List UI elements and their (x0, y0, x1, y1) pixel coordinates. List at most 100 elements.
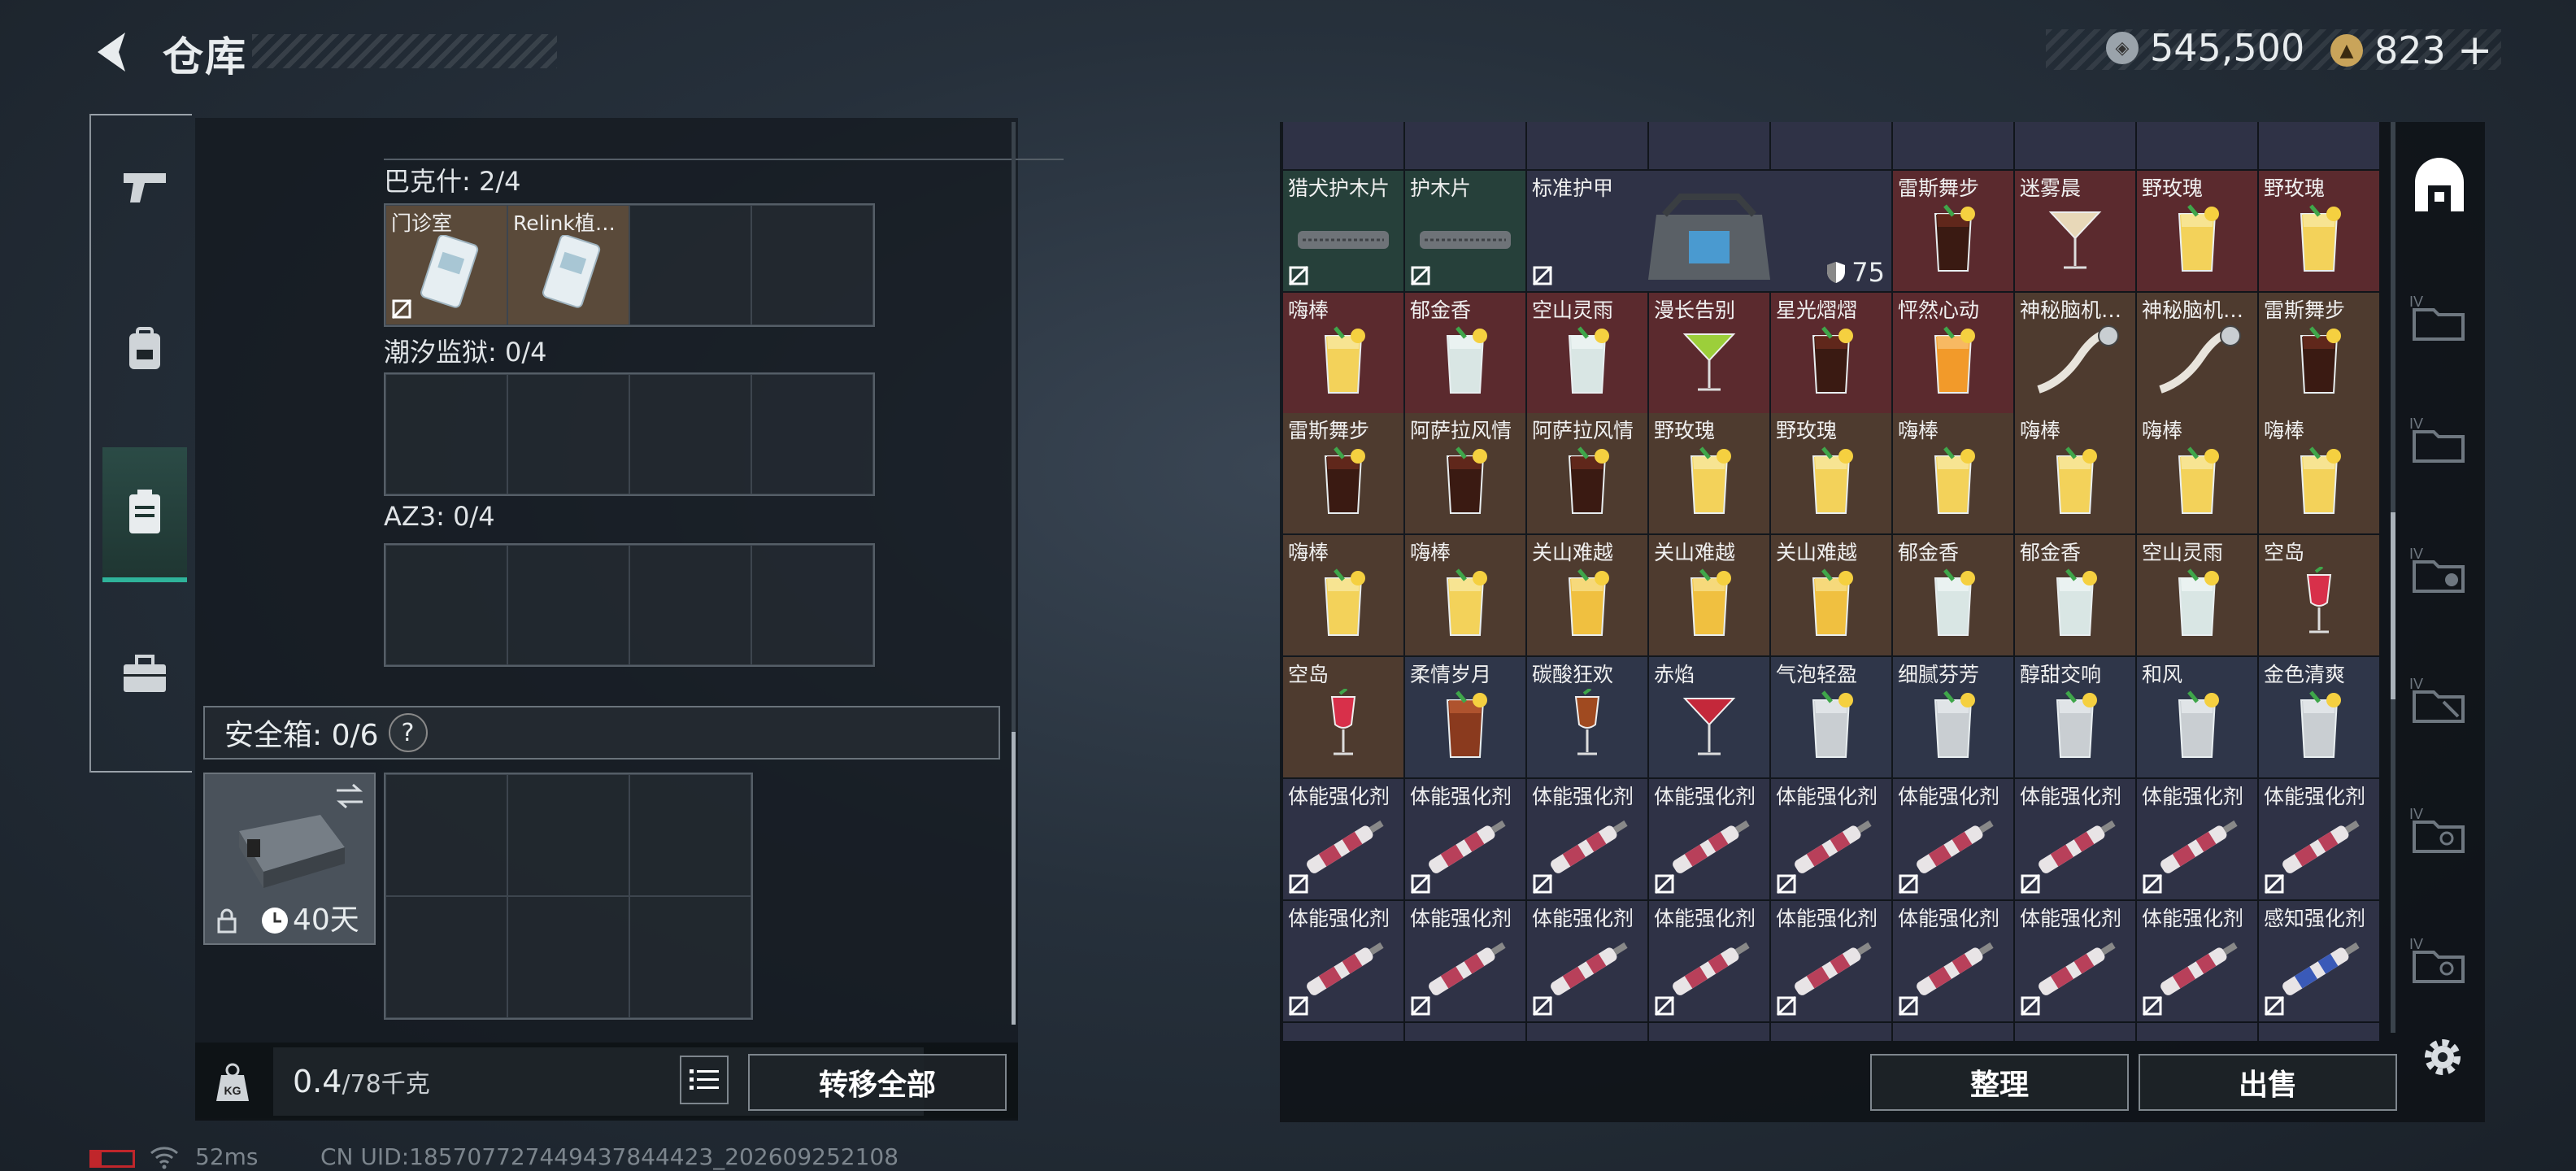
tab-stash-page-1[interactable]: IV (2407, 285, 2472, 350)
stash-item-slot[interactable] (2137, 122, 2257, 169)
tab-armor[interactable] (102, 285, 187, 415)
tab-all-stash[interactable] (2407, 155, 2472, 220)
stash-item-slot[interactable] (1405, 122, 1525, 169)
stash-item-slot[interactable]: 阿萨拉风情 (1405, 413, 1525, 533)
sell-button[interactable]: 出售 (2139, 1054, 2397, 1111)
stash-item-slot[interactable] (1527, 1023, 1647, 1041)
empty-slot[interactable] (385, 374, 507, 494)
stash-item-slot[interactable]: 嗨棒 (1283, 293, 1403, 413)
safe-box-item[interactable]: 40天 (203, 773, 376, 945)
stash-item-slot[interactable]: 金色清爽 (2259, 657, 2379, 777)
stash-item-slot[interactable]: 体能强化剂 (1649, 779, 1769, 899)
stash-item-slot[interactable]: 怦然心动 (1893, 293, 2013, 413)
stash-item-slot[interactable]: 郁金香 (1405, 293, 1525, 413)
stash-item-slot[interactable]: 体能强化剂 (2137, 779, 2257, 899)
stash-item-slot[interactable] (2015, 1023, 2135, 1041)
stash-item-slot[interactable] (1405, 1023, 1525, 1041)
stash-item-slot[interactable] (1527, 122, 1647, 169)
stash-item-slot[interactable]: 体能强化剂 (1771, 779, 1891, 899)
stash-item-slot[interactable]: 气泡轻盈 (1771, 657, 1891, 777)
left-scrollbar[interactable] (1012, 122, 1016, 1025)
stash-item-slot[interactable]: 野玫瑰 (2137, 171, 2257, 291)
empty-slot[interactable] (385, 774, 507, 896)
tab-stash-page-2[interactable]: IV (2407, 407, 2472, 472)
stash-item-slot[interactable]: 郁金香 (1893, 535, 2013, 655)
empty-slot[interactable] (629, 374, 751, 494)
back-arrow-icon[interactable] (89, 28, 138, 76)
stash-item-slot[interactable]: 体能强化剂 (1405, 779, 1525, 899)
item-slot[interactable]: 门诊室 (385, 205, 507, 325)
tab-weapons[interactable] (102, 122, 187, 252)
stash-item-slot[interactable]: 体能强化剂 (1283, 779, 1403, 899)
empty-slot[interactable] (385, 896, 507, 1018)
stash-item-slot[interactable] (2015, 122, 2135, 169)
stash-item-slot[interactable]: 细腻芬芳 (1893, 657, 2013, 777)
stash-item-slot[interactable] (1893, 1023, 2013, 1041)
stash-item-slot[interactable]: 体能强化剂 (1527, 779, 1647, 899)
stash-item-slot[interactable] (2259, 1023, 2379, 1041)
stash-item-slot[interactable] (1771, 1023, 1891, 1041)
stash-item-slot[interactable]: 感知强化剂 (2259, 901, 2379, 1021)
organize-button[interactable]: 整理 (1870, 1054, 2129, 1111)
stash-item-slot[interactable]: 野玫瑰 (2259, 171, 2379, 291)
stash-item-slot[interactable]: 野玫瑰 (1649, 413, 1769, 533)
empty-slot[interactable] (385, 545, 507, 665)
stash-item-slot[interactable]: 体能强化剂 (2015, 779, 2135, 899)
stash-item-slot[interactable]: 猎犬护木片 (1283, 171, 1403, 291)
stash-item-slot[interactable] (1893, 122, 2013, 169)
stash-item-slot[interactable]: 体能强化剂 (1405, 901, 1525, 1021)
stash-item-slot[interactable]: 嗨棒 (2259, 413, 2379, 533)
stash-item-slot[interactable]: 漫长告别 (1649, 293, 1769, 413)
stash-item-slot[interactable]: 体能强化剂 (1893, 779, 2013, 899)
stash-item-slot[interactable]: 嗨棒 (1893, 413, 2013, 533)
empty-slot[interactable] (507, 374, 629, 494)
stash-item-slot[interactable]: 体能强化剂 (1283, 901, 1403, 1021)
empty-slot[interactable] (507, 896, 629, 1018)
help-button[interactable]: ? (388, 713, 428, 752)
stash-item-slot[interactable]: 雷斯舞步 (1893, 171, 2013, 291)
stash-item-slot[interactable]: 体能强化剂 (1527, 901, 1647, 1021)
stash-item-slot[interactable]: 空岛 (1283, 657, 1403, 777)
stash-item-slot[interactable]: 阿萨拉风情 (1527, 413, 1647, 533)
stash-item-slot[interactable]: 关山难越 (1771, 535, 1891, 655)
empty-slot[interactable] (751, 545, 873, 665)
stash-item-slot[interactable]: 碳酸狂欢 (1527, 657, 1647, 777)
empty-slot[interactable] (629, 774, 751, 896)
stash-item-slot[interactable] (1283, 122, 1403, 169)
empty-slot[interactable] (629, 545, 751, 665)
stash-item-slot[interactable]: 迷雾晨 (2015, 171, 2135, 291)
stash-item-slot[interactable]: 关山难越 (1527, 535, 1647, 655)
tab-stash-page-3[interactable]: IV (2407, 537, 2472, 602)
swap-icon[interactable] (333, 782, 366, 810)
gold-currency[interactable]: ▲ 823 + (2330, 26, 2492, 75)
tab-stash-page-5[interactable]: IV (2407, 797, 2472, 862)
stash-item-slot[interactable] (1283, 1023, 1403, 1041)
stash-item-slot[interactable]: 体能强化剂 (2015, 901, 2135, 1021)
empty-slot[interactable] (751, 374, 873, 494)
stash-item-slot[interactable] (1649, 1023, 1769, 1041)
tab-containers[interactable] (102, 447, 187, 582)
settings-gear-icon[interactable] (2418, 1033, 2467, 1082)
stash-item-slot[interactable]: 体能强化剂 (1649, 901, 1769, 1021)
stash-item-slot[interactable]: 护木片 (1405, 171, 1525, 291)
stash-item-slot[interactable]: 嗨棒 (2137, 413, 2257, 533)
empty-slot[interactable] (507, 774, 629, 896)
stash-item-slot[interactable] (2137, 1023, 2257, 1041)
stash-item-slot[interactable]: 神秘脑机… (2015, 293, 2135, 413)
stash-item-slot[interactable]: 郁金香 (2015, 535, 2135, 655)
stash-item-slot[interactable] (2259, 122, 2379, 169)
stash-item-slot[interactable]: 体能强化剂 (1771, 901, 1891, 1021)
stash-item-slot[interactable]: 雷斯舞步 (2259, 293, 2379, 413)
stash-item-slot[interactable]: 关山难越 (1649, 535, 1769, 655)
empty-slot[interactable] (751, 205, 873, 325)
stash-item-slot[interactable]: 嗨棒 (1405, 535, 1525, 655)
stash-item-slot[interactable]: 柔情岁月 (1405, 657, 1525, 777)
stash-item-slot[interactable]: 雷斯舞步 (1283, 413, 1403, 533)
stash-item-slot[interactable] (1771, 122, 1891, 169)
tab-stash-page-4[interactable]: IV (2407, 667, 2472, 732)
stash-item-slot[interactable]: 空岛 (2259, 535, 2379, 655)
empty-slot[interactable] (629, 896, 751, 1018)
stash-item-slot[interactable]: 和风 (2137, 657, 2257, 777)
stash-item-slot[interactable]: 体能强化剂 (1893, 901, 2013, 1021)
stash-item-slot[interactable]: 体能强化剂 (2137, 901, 2257, 1021)
